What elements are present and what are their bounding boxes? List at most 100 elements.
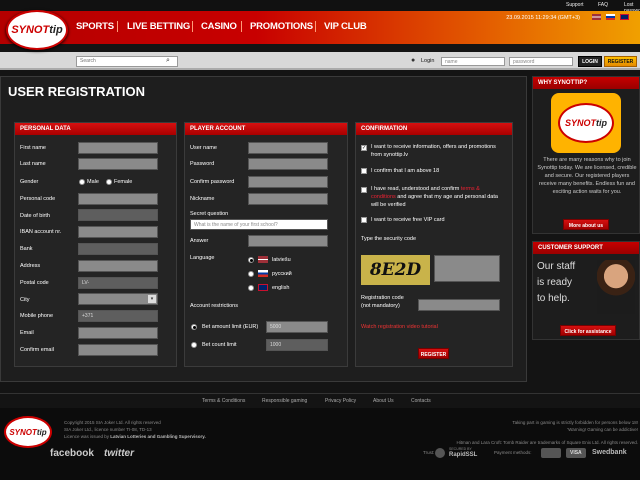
footer-contacts-link[interactable]: Contacts — [411, 398, 431, 404]
secured-by-label: SECURED BY — [449, 447, 472, 451]
personal-code-input[interactable] — [78, 193, 158, 205]
gender-male-label: Male — [87, 179, 99, 185]
player-account-heading: PLAYER ACCOUNT — [185, 123, 347, 135]
footer-logo[interactable]: SYNOT tip — [4, 416, 52, 448]
bet-count-limit-label: Bet count limit — [202, 342, 237, 348]
nickname-input[interactable] — [248, 193, 328, 205]
mobile-phone-input[interactable]: +371 — [78, 310, 158, 322]
supervisory-link[interactable]: Latvian Lotteries and Gambling Superviso… — [110, 434, 205, 439]
account-restrictions-label: Account restrictions — [190, 303, 238, 309]
promo-checkbox[interactable]: ✓ — [361, 145, 367, 151]
footer-terms-link[interactable]: Terms & Conditions — [202, 398, 245, 404]
language-russian-radio[interactable] — [248, 271, 254, 277]
bet-amount-limit-radio[interactable] — [191, 324, 197, 330]
faq-link[interactable]: FAQ — [598, 2, 608, 8]
chevron-down-icon[interactable]: ▾ — [148, 295, 156, 303]
bet-amount-limit-input[interactable]: 5000 — [266, 321, 328, 333]
footer-responsible-link[interactable]: Responsible gaming — [262, 398, 307, 404]
copyright-line-3-text: Licence was issued by — [64, 434, 111, 439]
captcha-input[interactable] — [434, 255, 500, 282]
latvian-flag-icon — [258, 256, 268, 263]
bet-count-limit-radio[interactable] — [191, 342, 197, 348]
answer-input[interactable] — [248, 235, 328, 247]
last-name-input[interactable] — [78, 158, 158, 170]
top-utility-bar: Support FAQ Lost password? — [0, 0, 640, 14]
gender-male-radio[interactable] — [79, 179, 85, 185]
gender-female-radio[interactable] — [106, 179, 112, 185]
language-english-radio[interactable] — [248, 285, 254, 291]
latvian-flag-icon[interactable] — [592, 14, 601, 20]
language-latvian-label: latviešu — [272, 257, 291, 263]
iban-label: IBAN account nr. — [20, 229, 62, 235]
login-label: Login — [421, 58, 435, 64]
trust-label: Trust: — [423, 450, 435, 455]
language-label: Language — [190, 255, 215, 261]
bet-count-limit-input[interactable]: 1000 — [266, 339, 328, 351]
video-tutorial-link[interactable]: Watch registration video tutorial — [361, 324, 438, 330]
registration-code-input[interactable] — [418, 299, 500, 311]
username-field[interactable]: name — [441, 57, 505, 66]
confirm-password-input[interactable] — [248, 176, 328, 188]
search-input[interactable]: Search — [76, 56, 178, 67]
iban-input[interactable] — [78, 226, 158, 238]
click-for-assistance-button[interactable]: Click for assistance — [560, 325, 616, 336]
password-field[interactable]: password — [509, 57, 573, 66]
postal-code-label: Postal code — [20, 280, 49, 286]
twitter-link[interactable]: twitter — [104, 448, 134, 459]
age-checkbox[interactable] — [361, 168, 367, 174]
copyright-line-2: SIA Joker Ltd., licence number TI-08, TD… — [64, 427, 152, 432]
trademark-notice: Hitman and Lara Croft: Tomb Raider are t… — [456, 440, 638, 445]
email-input[interactable] — [78, 327, 158, 339]
logo-accent: tip — [49, 24, 63, 36]
language-russian-label: русский — [272, 271, 292, 277]
nav-live-betting[interactable]: LIVE BETTING — [127, 21, 190, 32]
nav-vip-club[interactable]: VIP CLUB — [324, 21, 367, 32]
footer-about-link[interactable]: About Us — [373, 398, 394, 404]
address-input[interactable] — [78, 260, 158, 272]
confirm-email-label: Confirm email — [20, 347, 54, 353]
register-top-button[interactable]: REGISTER — [604, 56, 637, 67]
dob-input[interactable] — [78, 209, 158, 221]
mastercard-icon — [541, 448, 561, 458]
nav-promotions[interactable]: PROMOTIONS — [250, 21, 313, 32]
logo-text: SYNOT — [11, 24, 50, 36]
footer-privacy-link[interactable]: Privacy Policy — [325, 398, 356, 404]
postal-code-input[interactable]: LV- — [78, 277, 158, 289]
vip-card-checkbox[interactable] — [361, 217, 367, 223]
language-latvian-radio[interactable] — [248, 257, 254, 263]
account-password-input[interactable] — [248, 158, 328, 170]
terms-checkbox[interactable] — [361, 187, 367, 193]
captcha-image: 8E2D — [361, 255, 430, 285]
gender-female-label: Female — [114, 179, 133, 185]
page-title: USER REGISTRATION — [8, 84, 145, 99]
username-label: User name — [190, 145, 217, 151]
russian-flag-icon[interactable] — [606, 14, 615, 20]
facebook-link[interactable]: facebook — [50, 448, 94, 459]
bank-select[interactable] — [78, 243, 158, 255]
confirm-email-input[interactable] — [78, 344, 158, 356]
language-english-label: english — [272, 285, 290, 291]
customer-support-panel: CUSTOMER SUPPORT Our staff is ready to h… — [532, 241, 640, 340]
more-about-us-button[interactable]: More about us — [563, 219, 609, 230]
login-button[interactable]: LOGIN — [578, 56, 602, 67]
footer-logo-text: SYNOT — [9, 427, 37, 437]
first-name-input[interactable] — [78, 142, 158, 154]
secret-question-select[interactable]: What is the name of your first school? — [190, 219, 328, 230]
nav-casino[interactable]: CASINO — [201, 21, 237, 32]
city-select[interactable] — [78, 293, 158, 305]
customer-support-heading: CUSTOMER SUPPORT — [533, 242, 639, 254]
rapidssl-seal-icon — [435, 448, 445, 458]
search-icon[interactable]: ⌕ — [166, 57, 175, 65]
why-synottip-panel: WHY SYNOTTIP? SYNOT tip There are many re… — [532, 76, 640, 234]
personal-code-label: Personal code — [20, 196, 56, 202]
english-flag-icon[interactable] — [620, 14, 629, 20]
nav-sports[interactable]: SPORTS — [76, 21, 114, 32]
register-submit-button[interactable]: REGISTER — [418, 348, 449, 359]
first-name-label: First name — [20, 145, 46, 151]
synottip-logo[interactable]: SYNOTtip — [6, 10, 68, 50]
age-checkbox-label: I confirm that I am above 18 — [371, 168, 440, 174]
account-username-input[interactable] — [248, 142, 328, 154]
support-link[interactable]: Support — [566, 2, 584, 8]
server-datetime: 23.09.2015 11:29:34 (GMT+3) — [506, 15, 580, 21]
dob-label: Date of birth — [20, 213, 50, 219]
